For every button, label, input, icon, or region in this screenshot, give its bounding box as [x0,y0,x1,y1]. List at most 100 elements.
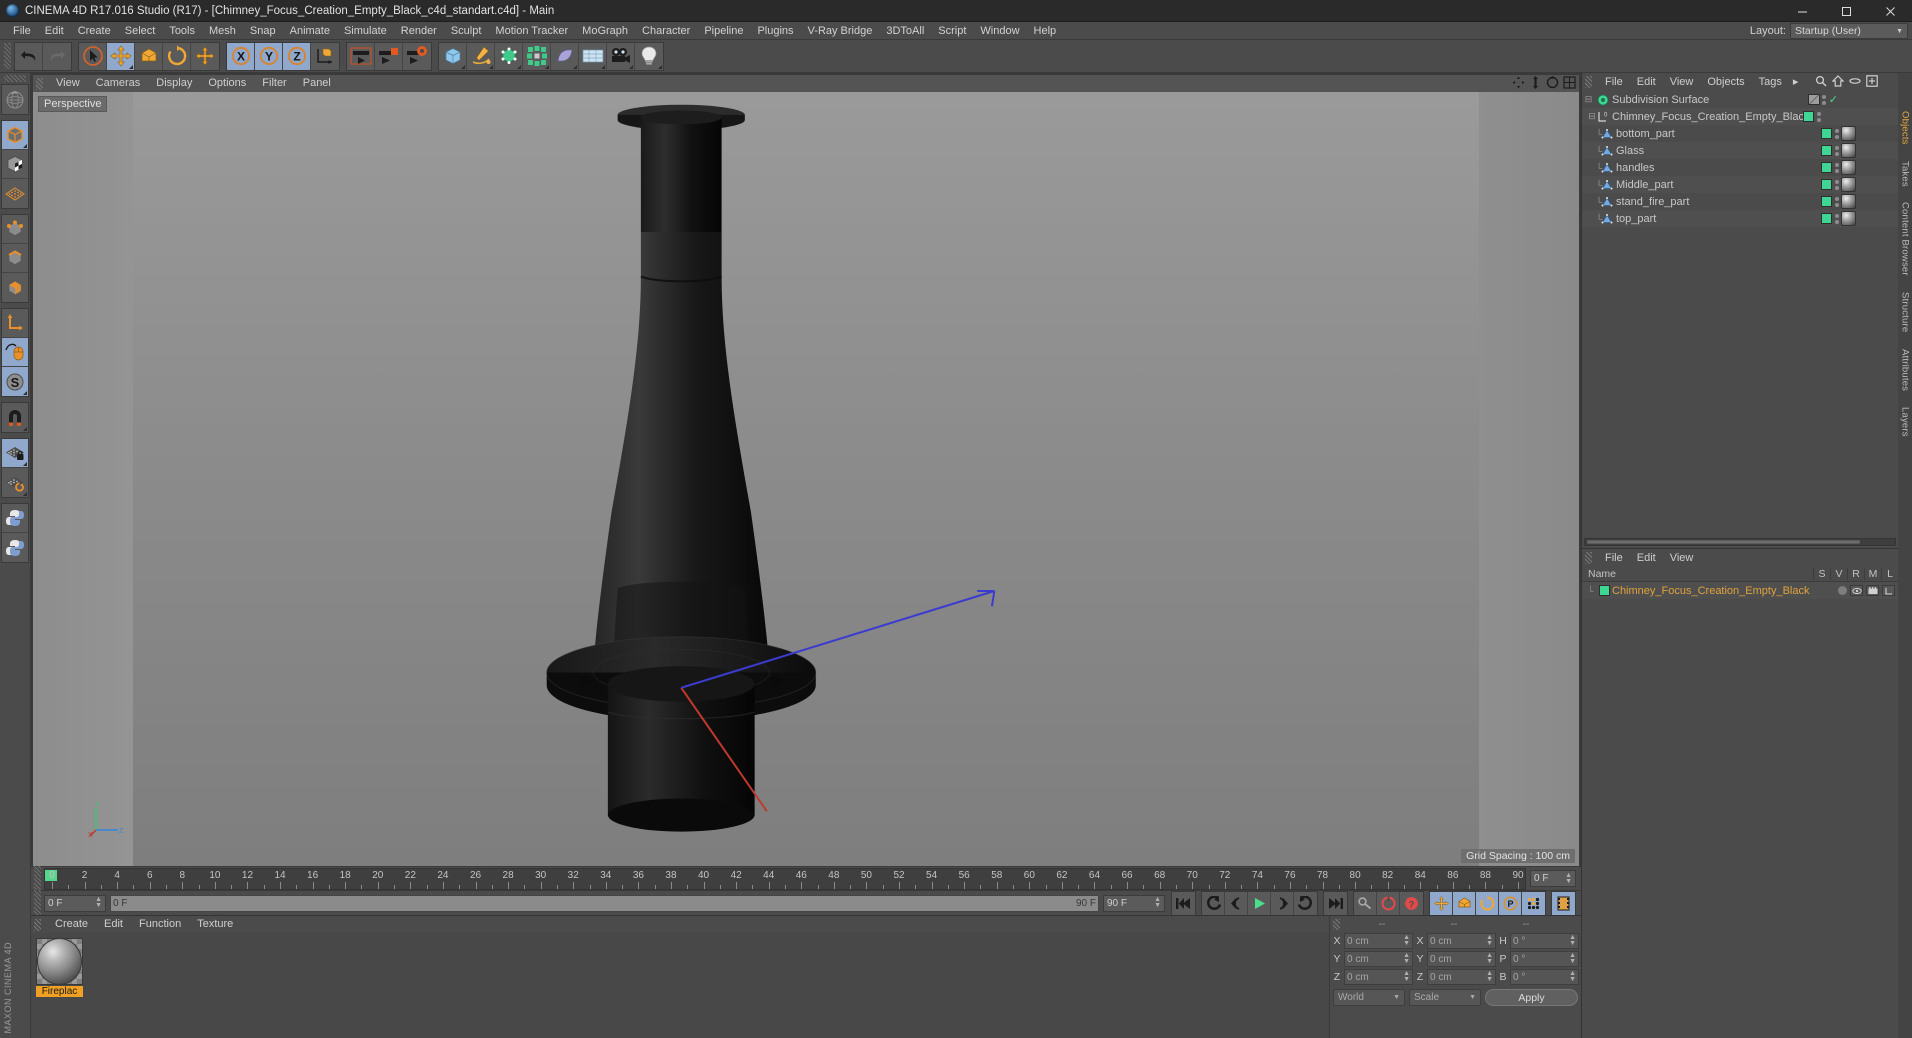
object-manager-scrollbar[interactable] [1582,536,1898,548]
animation-range-bar[interactable]: 0 F 90 F [110,894,1099,912]
layer-manager-grip[interactable] [1585,552,1592,564]
material-tag-icon[interactable] [1841,211,1856,226]
go-to-end-button[interactable] [1324,891,1347,915]
object-menu-tags[interactable]: Tags [1752,73,1789,91]
spinner-icon[interactable]: ▲ ▼ [1486,970,1493,983]
rotate-viewport-icon[interactable] [1546,76,1559,92]
object-menu-objects[interactable]: Objects [1700,73,1751,91]
viewport-canvas[interactable]: Perspective Y Z X Grid Spacing : 100 cm [33,92,1579,866]
pan-viewport-icon[interactable] [1512,76,1525,92]
add-camera-button[interactable] [607,42,635,70]
expander-icon[interactable]: ⊟ [1582,111,1596,122]
live-selection-button[interactable] [79,42,107,70]
maximize-button[interactable] [1824,0,1868,22]
coordinate-mode-select[interactable]: Scale ▼ [1409,989,1481,1006]
object-row-top-part[interactable]: └ top_part [1582,210,1898,227]
viewport-grip[interactable] [36,77,43,90]
menu-item-script[interactable]: Script [931,22,973,40]
visibility-dots-icon[interactable] [1834,196,1839,207]
object-tree[interactable]: ⊟ Subdivision Surface ✓ ⊟ 0 Chimney_Focu… [1582,91,1898,536]
scale-tool-button[interactable] [135,42,163,70]
spinner-icon[interactable]: ▲ ▼ [1569,970,1576,983]
material-menu-function[interactable]: Function [131,916,189,933]
undo-button[interactable] [15,42,43,70]
menu-item-3dtoall[interactable]: 3DToAll [879,22,931,40]
autokeying-button[interactable] [1354,891,1377,915]
python-script-button[interactable] [2,504,28,533]
menu-item-select[interactable]: Select [118,22,163,40]
z-axis-lock-button[interactable]: Z [283,42,311,70]
record-pla-button[interactable] [1522,891,1545,915]
visibility-dots-icon[interactable] [1834,128,1839,139]
make-editable-button[interactable] [2,85,28,114]
record-active-objects-button[interactable] [1377,891,1400,915]
menu-item-tools[interactable]: Tools [162,22,202,40]
object-menu-file[interactable]: File [1598,73,1630,91]
viewport-solo-button[interactable] [2,338,28,367]
layer-color-tag[interactable] [1821,179,1832,190]
magnet-button[interactable] [2,403,28,432]
add-environment-button[interactable] [579,42,607,70]
enabled-check-icon[interactable]: ✓ [1829,93,1838,106]
visibility-dots-icon[interactable] [1816,111,1821,122]
menu-item-file[interactable]: File [6,22,38,40]
object-row-middle-part[interactable]: └ Middle_part [1582,176,1898,193]
viewport-camera-label[interactable]: Perspective [38,96,108,112]
search-icon[interactable] [1815,75,1827,90]
layer-color-swatch[interactable] [1599,585,1610,596]
visibility-dots-icon[interactable] [1834,162,1839,173]
home-icon[interactable] [1831,75,1845,90]
coord-input-size-z[interactable]: 0 cm ▲ ▼ [1427,969,1496,985]
scrollbar-track[interactable] [1584,538,1896,546]
layer-color-tag[interactable] [1803,111,1814,122]
object-row-subdivision-surface[interactable]: ⊟ Subdivision Surface ✓ [1582,91,1898,108]
chimney-model-3d[interactable] [33,92,1579,866]
spinner-icon[interactable]: ▲ ▼ [1569,934,1576,947]
menu-item-animate[interactable]: Animate [283,22,337,40]
tab-content-browser[interactable]: Content Browser [1900,194,1911,284]
viewport-menu-display[interactable]: Display [148,75,200,92]
layout-select[interactable]: Startup (User) ▼ [1790,23,1908,39]
render-toggle-icon[interactable] [1866,585,1879,596]
view-toggle-icon[interactable] [1850,585,1863,596]
tab-layers[interactable]: Layers [1900,399,1911,445]
spinner-icon[interactable]: ▲ ▼ [1403,970,1410,983]
manager-toggle-icon[interactable] [1882,585,1895,596]
menu-item-help[interactable]: Help [1027,22,1064,40]
object-row-handles[interactable]: └ handles [1582,159,1898,176]
material-tag-icon[interactable] [1841,194,1856,209]
spinner-icon[interactable]: ▲ ▼ [1486,952,1493,965]
menu-item-character[interactable]: Character [635,22,697,40]
tab-objects[interactable]: Objects [1900,103,1911,153]
coord-input-pos-x[interactable]: 0 cm ▲ ▼ [1344,933,1413,949]
move-alt-button[interactable] [191,42,219,70]
visibility-dots-icon[interactable] [1834,179,1839,190]
timeline-button[interactable] [1552,891,1575,915]
spinner-icon[interactable]: ▲ ▼ [95,896,102,909]
workplane-lock-button[interactable] [2,439,28,468]
layer-color-tag[interactable] [1821,213,1832,224]
tab-structure[interactable]: Structure [1900,284,1911,340]
workplane-mode-button[interactable] [2,179,28,208]
object-manager-grip[interactable] [1585,76,1592,88]
texture-mode-button[interactable] [2,150,28,179]
render-settings-button[interactable] [403,42,431,70]
y-axis-lock-button[interactable]: Y [255,42,283,70]
spinner-icon[interactable]: ▲ ▼ [1403,952,1410,965]
material-item[interactable]: Fireplac [36,938,83,997]
coordinate-system-select[interactable]: World ▼ [1333,989,1405,1006]
close-button[interactable] [1868,0,1912,22]
current-frame-field[interactable]: 0 F ▲ ▼ [44,894,106,912]
add-spline-button[interactable] [467,42,495,70]
spinner-icon[interactable]: ▲ ▼ [1569,952,1576,965]
material-menu-edit[interactable]: Edit [96,916,131,933]
add-mograph-button[interactable] [523,42,551,70]
record-parameter-button[interactable]: P [1499,891,1522,915]
menu-item-simulate[interactable]: Simulate [337,22,394,40]
object-row-chimney-null[interactable]: ⊟ 0 Chimney_Focus_Creation_Empty_Black [1582,108,1898,125]
object-menu-edit[interactable]: Edit [1630,73,1663,91]
menu-item-sculpt[interactable]: Sculpt [444,22,489,40]
viewport-menu-filter[interactable]: Filter [254,75,294,92]
left-toolbar-grip[interactable] [4,75,26,82]
add-deformer-button[interactable] [551,42,579,70]
